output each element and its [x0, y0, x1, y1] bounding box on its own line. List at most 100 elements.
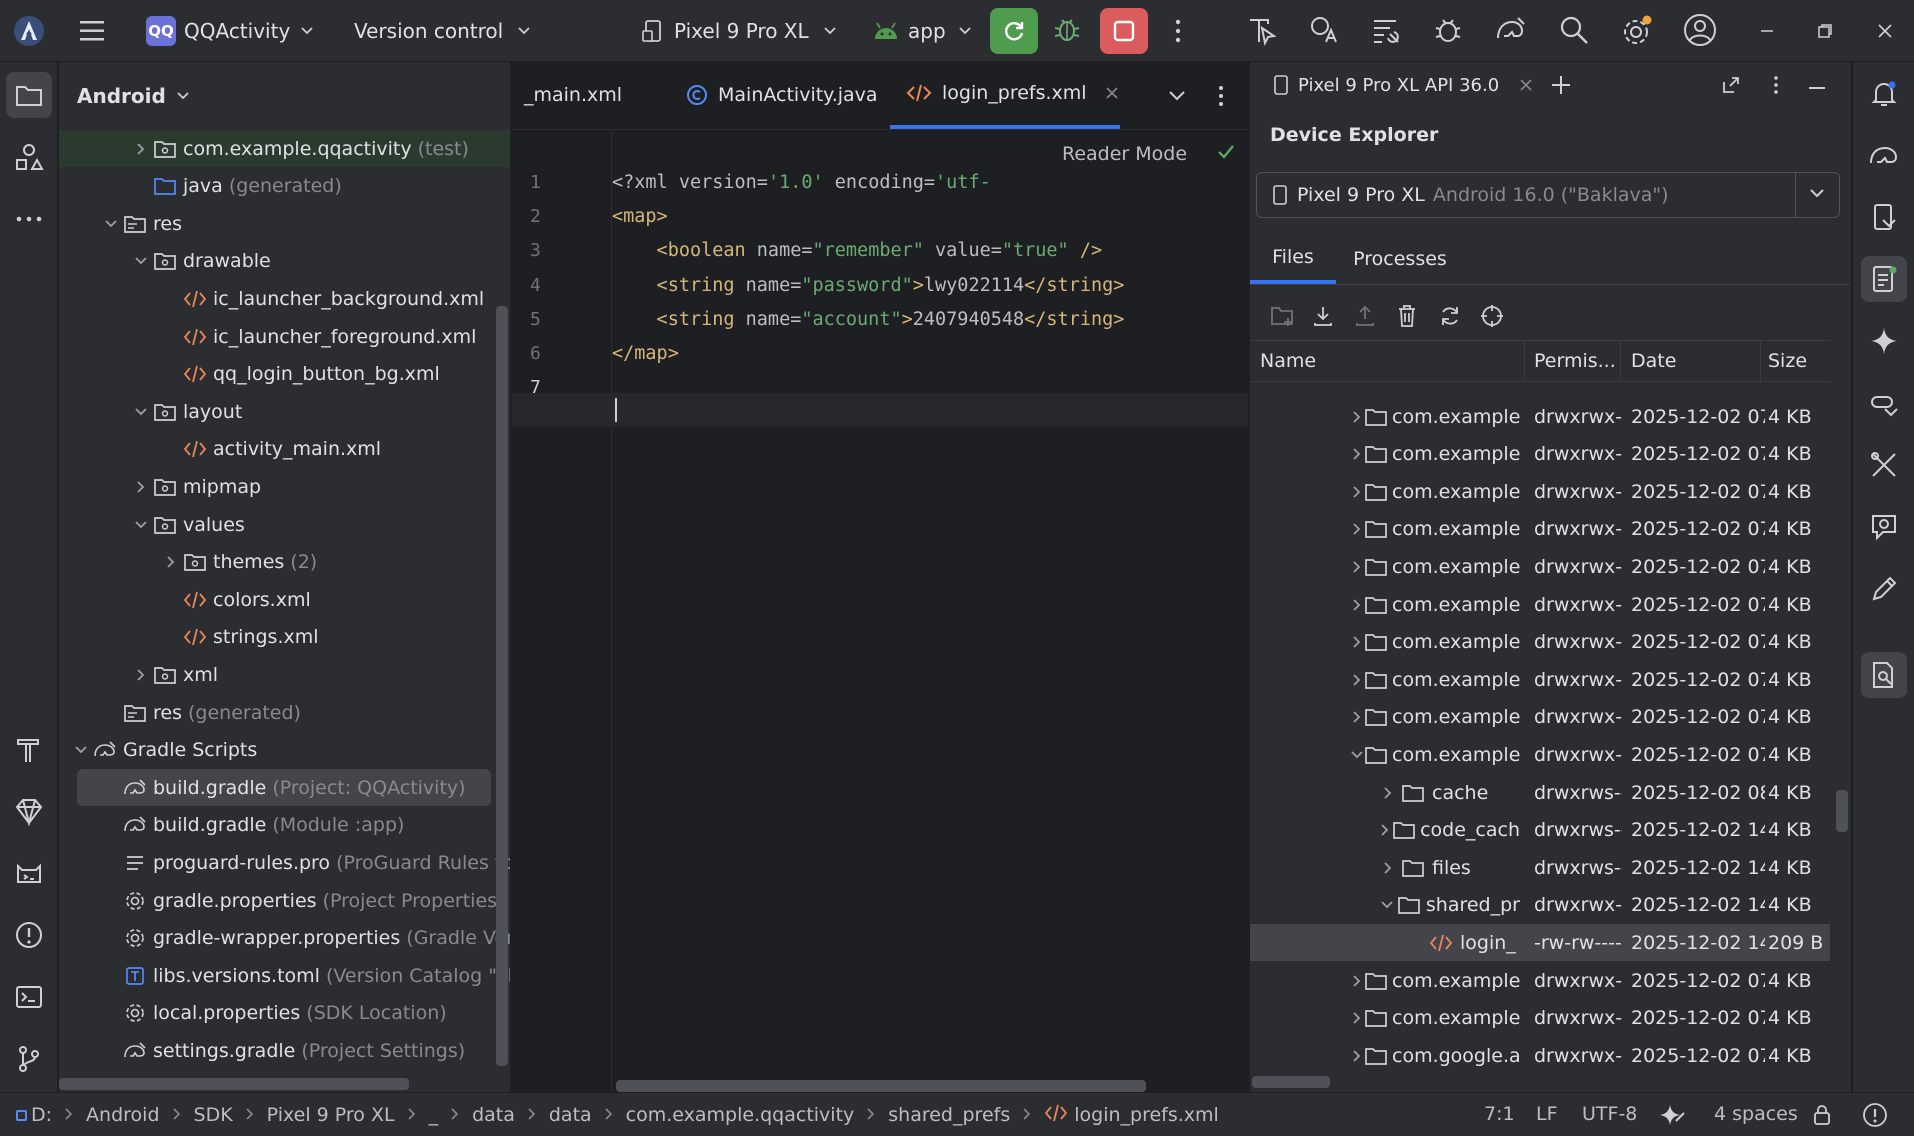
build-tool-button[interactable]: [6, 726, 52, 772]
gem-tool-button[interactable]: [6, 788, 52, 834]
breadcrumb-item[interactable]: SDK: [194, 1104, 233, 1126]
app-inspection-bug-icon[interactable]: [1432, 14, 1464, 46]
hide-panel-icon[interactable]: [1806, 74, 1828, 96]
tree-item[interactable]: gradle.properties (Project Properties): [59, 882, 510, 919]
add-tab-plus-icon[interactable]: [1550, 74, 1572, 96]
folder-row[interactable]: com.example drwxrwx-- 2025-12-02 07 4 KB: [1250, 736, 1830, 773]
tree-item[interactable]: local.properties (SDK Location): [59, 995, 510, 1032]
refresh-sync-icon[interactable]: [1438, 304, 1462, 328]
folder-row[interactable]: com.example drwxrwx-- 2025-12-02 07 4 KB: [1250, 661, 1830, 698]
upload-icon[interactable]: [1354, 304, 1376, 328]
search-icon[interactable]: [1558, 14, 1590, 46]
git-tool-button[interactable]: [6, 1036, 52, 1082]
line-separator[interactable]: LF: [1536, 1103, 1558, 1125]
version-control-menu[interactable]: Version control: [354, 14, 531, 48]
breadcrumb-item[interactable]: _: [429, 1104, 439, 1126]
chevron-right-icon[interactable]: [1350, 410, 1364, 424]
device-dropdown[interactable]: Pixel 9 Pro XL Android 16.0 ("Baklava"): [1256, 172, 1840, 218]
tree-item[interactable]: ic_launcher_foreground.xml: [59, 318, 510, 355]
download-icon[interactable]: [1312, 304, 1334, 328]
open-in-window-icon[interactable]: [1720, 74, 1742, 96]
chevron-right-icon[interactable]: [1350, 673, 1364, 687]
chevron-right-icon[interactable]: [1350, 1011, 1364, 1025]
tree-item[interactable]: java (generated): [59, 168, 510, 205]
chevron-right-icon[interactable]: [131, 480, 151, 494]
apply-changes-icon[interactable]: [1246, 14, 1278, 46]
terminal-tool-button[interactable]: [6, 974, 52, 1020]
delete-trash-icon[interactable]: [1396, 304, 1418, 328]
tree-item[interactable]: drawable: [59, 243, 510, 280]
chevron-right-icon[interactable]: [1378, 861, 1398, 875]
tree-item[interactable]: com.example.qqactivity (test): [59, 130, 510, 167]
tree-item[interactable]: layout: [59, 393, 510, 430]
folder-row[interactable]: code_cach drwxrws-- 2025-12-02 14 4 KB: [1250, 812, 1830, 849]
warning-circle-icon[interactable]: [1862, 1102, 1888, 1128]
editor-horizontal-scrollbar[interactable]: [616, 1080, 1146, 1092]
tree-item[interactable]: strings.xml: [59, 619, 510, 656]
chevron-right-icon[interactable]: [1350, 598, 1364, 612]
gradle-sync-icon[interactable]: [1494, 14, 1528, 46]
app-quality-button[interactable]: [1861, 504, 1907, 550]
breadcrumb-item[interactable]: login_prefs.xml: [1044, 1103, 1219, 1128]
file-horizontal-scrollbar[interactable]: [1252, 1076, 1330, 1088]
new-folder-icon[interactable]: [1270, 304, 1296, 328]
chevron-down-icon[interactable]: [71, 743, 91, 757]
tree-item[interactable]: colors.xml: [59, 581, 510, 618]
device-tab[interactable]: Pixel 9 Pro XL API 36.0: [1272, 68, 1533, 102]
chevron-down-icon[interactable]: [131, 405, 151, 419]
structure-tool-button[interactable]: [6, 134, 52, 180]
main-menu-icon[interactable]: [78, 18, 106, 44]
ai-assistant-icon[interactable]: [1658, 1101, 1686, 1129]
project-tool-button[interactable]: [6, 72, 52, 118]
indent-setting[interactable]: 4 spaces: [1714, 1103, 1798, 1125]
folder-row[interactable]: com.example drwxrwx-- 2025-12-02 07 4 KB: [1250, 586, 1830, 623]
tree-item[interactable]: gradle-wrapper.properties(Gradle Vers: [59, 920, 510, 957]
tree-item[interactable]: mipmap: [59, 468, 510, 505]
device-explorer-button[interactable]: [1861, 256, 1907, 302]
chevron-down-icon[interactable]: [101, 217, 121, 231]
edit-tool-button[interactable]: [1861, 566, 1907, 612]
tree-item[interactable]: libs.versions.toml(Version Catalog "libs…: [59, 957, 510, 994]
chevron-right-icon[interactable]: [1350, 447, 1364, 461]
layout-inspector-icon[interactable]: [1370, 14, 1402, 46]
column-permissions[interactable]: Permis...: [1534, 350, 1616, 372]
folder-row[interactable]: com.example drwxrwx-- 2025-12-02 07 4 KB: [1250, 624, 1830, 661]
tree-item[interactable]: values: [59, 506, 510, 543]
account-avatar-icon[interactable]: [1682, 12, 1718, 48]
device-selector[interactable]: Pixel 9 Pro XL: [642, 14, 837, 48]
project-vertical-scrollbar[interactable]: [496, 306, 508, 1066]
panel-more-icon[interactable]: [1772, 74, 1780, 96]
chevron-right-icon[interactable]: [1350, 560, 1364, 574]
column-size[interactable]: Size: [1768, 350, 1807, 372]
inspections-ok-check-icon[interactable]: [1216, 142, 1236, 162]
tree-item[interactable]: qq_login_button_bg.xml: [59, 356, 510, 393]
debug-bug-icon[interactable]: [1052, 14, 1082, 44]
tools-button[interactable]: [1861, 442, 1907, 488]
restore-window-icon[interactable]: [1816, 22, 1834, 40]
folder-row[interactable]: com.example drwxrwx-- 2025-12-02 07 4 KB: [1250, 1000, 1830, 1037]
stop-button[interactable]: [1100, 8, 1148, 54]
column-name[interactable]: Name: [1260, 350, 1316, 372]
file-row[interactable]: login_ -rw-rw---- 2025-12-02 14 209 B: [1250, 924, 1830, 962]
code-area[interactable]: <?xml version='1.0' encoding='utf- <map> …: [512, 62, 1248, 1092]
chevron-down-icon[interactable]: [1378, 898, 1396, 912]
tree-item[interactable]: build.gradle (Project: QQActivity): [59, 769, 510, 807]
breadcrumb-item[interactable]: data: [472, 1104, 515, 1126]
tree-item[interactable]: proguard-rules.pro (ProGuard Rules for: [59, 844, 510, 881]
translate-icon[interactable]: [1308, 14, 1340, 46]
notifications-button[interactable]: [1861, 70, 1907, 116]
link-tool-button[interactable]: [1861, 380, 1907, 426]
tree-item[interactable]: Gradle Scripts: [59, 732, 510, 769]
folder-row[interactable]: shared_pr drwxrwx-- 2025-12-02 14 4 KB: [1250, 887, 1830, 924]
logcat-tool-button[interactable]: [6, 850, 52, 896]
tree-item[interactable]: xml: [59, 656, 510, 693]
settings-gear-icon[interactable]: [1620, 14, 1654, 48]
breadcrumb-item[interactable]: D:: [16, 1104, 52, 1126]
tree-item[interactable]: themes (2): [59, 544, 510, 581]
folder-row[interactable]: com.google.a drwxrwx-- 2025-12-02 07 4 KB: [1250, 1037, 1830, 1074]
chevron-right-icon[interactable]: [1350, 635, 1364, 649]
tab-processes[interactable]: Processes: [1336, 234, 1464, 284]
chevron-right-icon[interactable]: [131, 668, 151, 682]
chevron-right-icon[interactable]: [1350, 485, 1364, 499]
caret-position[interactable]: 7:1: [1484, 1103, 1515, 1125]
